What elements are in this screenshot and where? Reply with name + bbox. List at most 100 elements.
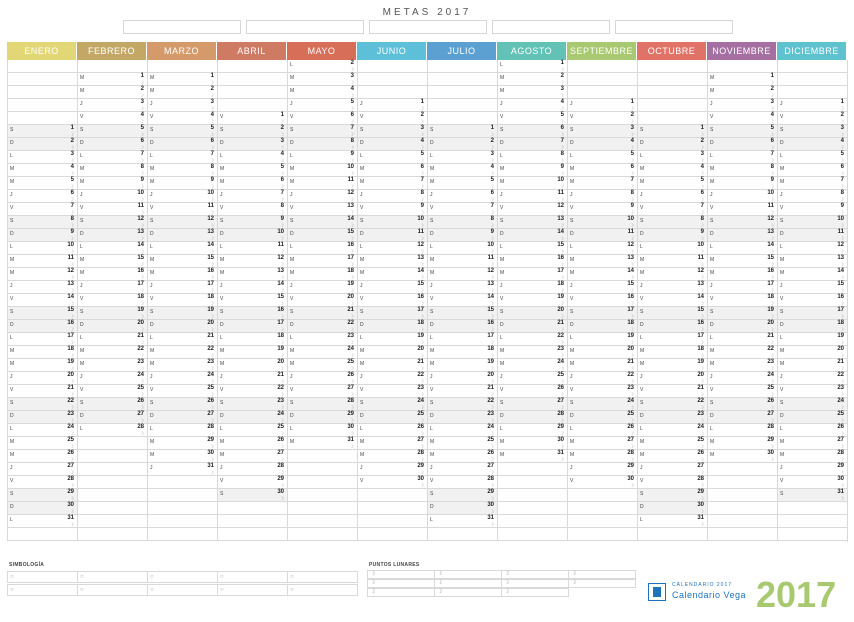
- day-cell[interactable]: D 4 ☽: [777, 138, 847, 151]
- day-cell[interactable]: M 10 ☽: [287, 164, 357, 177]
- day-cell[interactable]: D 27 ☽: [147, 411, 217, 424]
- day-cell[interactable]: [427, 112, 497, 125]
- day-cell[interactable]: L 22 ☽: [497, 333, 567, 346]
- day-cell[interactable]: S 31 ☽: [777, 489, 847, 502]
- day-cell[interactable]: V 2 ☽: [357, 112, 427, 125]
- day-cell[interactable]: J 1 ☽: [567, 99, 637, 112]
- day-cell[interactable]: M 2 ☽: [147, 86, 217, 99]
- day-cell[interactable]: L 21 ☽: [147, 333, 217, 346]
- day-cell[interactable]: S 19 ☽: [707, 307, 777, 320]
- goal-input-1[interactable]: [123, 20, 241, 34]
- day-cell[interactable]: L 14 ☽: [707, 242, 777, 255]
- day-cell[interactable]: [427, 73, 497, 86]
- day-cell[interactable]: S 30 ☽: [217, 489, 287, 502]
- day-cell[interactable]: M 23 ☽: [707, 359, 777, 372]
- day-cell[interactable]: [637, 528, 707, 541]
- day-cell[interactable]: D 6 ☽: [147, 138, 217, 151]
- day-cell[interactable]: J 3 ☽: [707, 99, 777, 112]
- day-cell[interactable]: [567, 502, 637, 515]
- day-cell[interactable]: D 4 ☽: [567, 138, 637, 151]
- day-cell[interactable]: V 30 ☽: [357, 476, 427, 489]
- day-cell[interactable]: L 8 ☽: [497, 151, 567, 164]
- day-cell[interactable]: [147, 502, 217, 515]
- day-cell[interactable]: V 9 ☽: [777, 203, 847, 216]
- day-cell[interactable]: J 17 ☽: [707, 281, 777, 294]
- day-cell[interactable]: D 9 ☽: [637, 229, 707, 242]
- day-cell[interactable]: V 11 ☽: [147, 203, 217, 216]
- day-cell[interactable]: M 22 ☽: [707, 346, 777, 359]
- day-cell[interactable]: L 17 ☽: [427, 333, 497, 346]
- day-cell[interactable]: M 9 ☽: [77, 177, 147, 190]
- day-cell[interactable]: J 20 ☽: [637, 372, 707, 385]
- day-cell[interactable]: L 15 ☽: [497, 242, 567, 255]
- simbologia-cell[interactable]: ○: [7, 571, 78, 583]
- day-cell[interactable]: S 29 ☽: [427, 489, 497, 502]
- day-cell[interactable]: M 6 ☽: [567, 164, 637, 177]
- day-cell[interactable]: J 27 ☽: [637, 463, 707, 476]
- day-cell[interactable]: J 13 ☽: [637, 281, 707, 294]
- lunar-cell[interactable]: ☽: [568, 579, 636, 588]
- day-cell[interactable]: V 21 ☽: [427, 385, 497, 398]
- day-cell[interactable]: M 24 ☽: [287, 346, 357, 359]
- day-cell[interactable]: J 24 ☽: [77, 372, 147, 385]
- day-cell[interactable]: M 20 ☽: [777, 346, 847, 359]
- day-cell[interactable]: V 11 ☽: [77, 203, 147, 216]
- day-cell[interactable]: V 14 ☽: [427, 294, 497, 307]
- day-cell[interactable]: M 16 ☽: [147, 268, 217, 281]
- day-cell[interactable]: S 26 ☽: [77, 398, 147, 411]
- day-cell[interactable]: M 11 ☽: [637, 255, 707, 268]
- day-cell[interactable]: D 10 ☽: [217, 229, 287, 242]
- day-cell[interactable]: [7, 86, 77, 99]
- day-cell[interactable]: [497, 489, 567, 502]
- day-cell[interactable]: V 25 ☽: [147, 385, 217, 398]
- day-cell[interactable]: V 11 ☽: [707, 203, 777, 216]
- day-cell[interactable]: S 9 ☽: [217, 216, 287, 229]
- day-cell[interactable]: S 5 ☽: [707, 125, 777, 138]
- day-cell[interactable]: [77, 502, 147, 515]
- day-cell[interactable]: J 6 ☽: [427, 190, 497, 203]
- day-cell[interactable]: V 19 ☽: [497, 294, 567, 307]
- day-cell[interactable]: [287, 528, 357, 541]
- day-cell[interactable]: [777, 73, 847, 86]
- day-cell[interactable]: J 8 ☽: [567, 190, 637, 203]
- day-cell[interactable]: M 20 ☽: [357, 346, 427, 359]
- day-cell[interactable]: L 2 ☽: [287, 60, 357, 73]
- day-cell[interactable]: M 15 ☽: [147, 255, 217, 268]
- day-cell[interactable]: L 5 ☽: [357, 151, 427, 164]
- day-cell[interactable]: [287, 489, 357, 502]
- day-cell[interactable]: D 20 ☽: [77, 320, 147, 333]
- day-cell[interactable]: D 25 ☽: [567, 411, 637, 424]
- day-cell[interactable]: J 17 ☽: [147, 281, 217, 294]
- day-cell[interactable]: S 14 ☽: [287, 216, 357, 229]
- day-cell[interactable]: J 10 ☽: [147, 190, 217, 203]
- day-cell[interactable]: M 22 ☽: [147, 346, 217, 359]
- day-cell[interactable]: M 17 ☽: [287, 255, 357, 268]
- day-cell[interactable]: M 13 ☽: [567, 255, 637, 268]
- day-cell[interactable]: L 10 ☽: [7, 242, 77, 255]
- day-cell[interactable]: [567, 86, 637, 99]
- day-cell[interactable]: M 5 ☽: [427, 177, 497, 190]
- day-cell[interactable]: L 24 ☽: [637, 424, 707, 437]
- day-cell[interactable]: M 7 ☽: [567, 177, 637, 190]
- day-cell[interactable]: M 29 ☽: [147, 437, 217, 450]
- day-cell[interactable]: J 24 ☽: [147, 372, 217, 385]
- day-cell[interactable]: M 23 ☽: [147, 359, 217, 372]
- day-cell[interactable]: V 14 ☽: [637, 294, 707, 307]
- simbologia-cell[interactable]: ○: [77, 571, 148, 583]
- day-cell[interactable]: [77, 60, 147, 73]
- day-cell[interactable]: D 17 ☽: [217, 320, 287, 333]
- day-cell[interactable]: L 14 ☽: [147, 242, 217, 255]
- day-cell[interactable]: L 7 ☽: [707, 151, 777, 164]
- day-cell[interactable]: M 7 ☽: [777, 177, 847, 190]
- day-cell[interactable]: M 15 ☽: [77, 255, 147, 268]
- goal-input-5[interactable]: [615, 20, 733, 34]
- day-cell[interactable]: L 3 ☽: [637, 151, 707, 164]
- day-cell[interactable]: L 7 ☽: [147, 151, 217, 164]
- day-cell[interactable]: [147, 515, 217, 528]
- day-cell[interactable]: [637, 73, 707, 86]
- day-cell[interactable]: L 24 ☽: [427, 424, 497, 437]
- day-cell[interactable]: V 5 ☽: [497, 112, 567, 125]
- day-cell[interactable]: M 18 ☽: [7, 346, 77, 359]
- day-cell[interactable]: L 31 ☽: [637, 515, 707, 528]
- simbologia-cell[interactable]: ○: [147, 571, 218, 583]
